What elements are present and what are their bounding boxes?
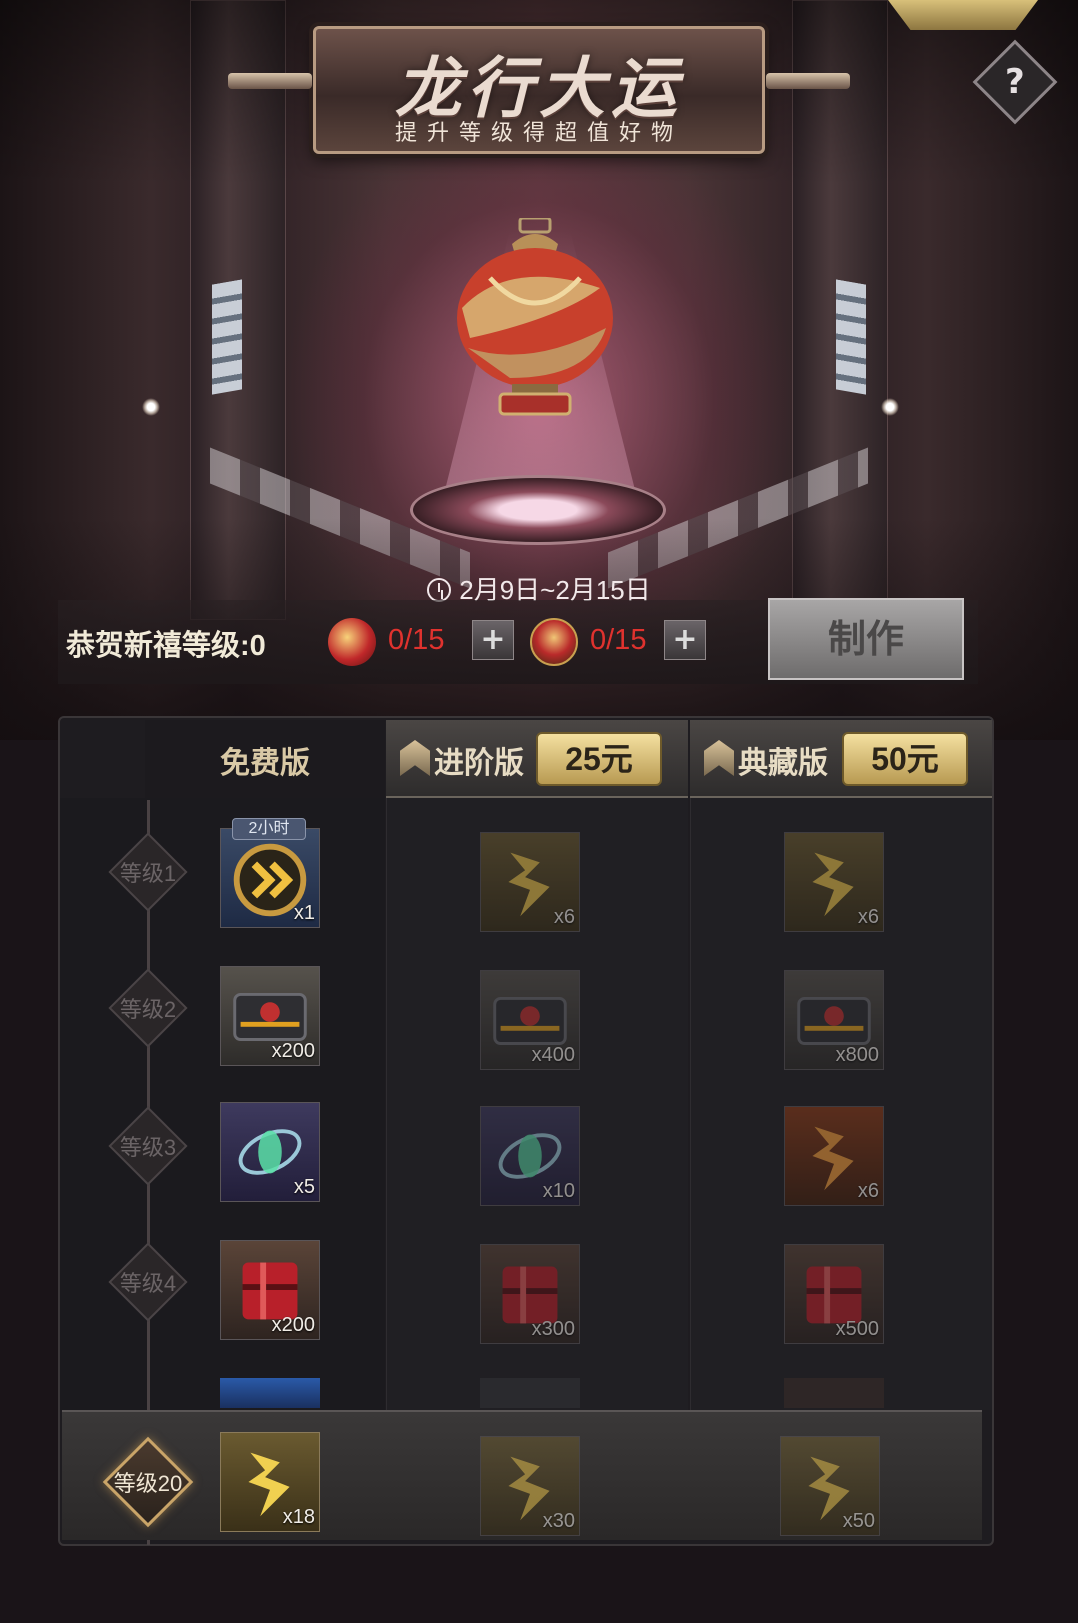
reward-item-partial[interactable] bbox=[784, 1378, 884, 1408]
level-badge: 等级3 bbox=[108, 1106, 188, 1186]
level-label: 等级2 bbox=[119, 997, 177, 1022]
clock-icon bbox=[427, 578, 452, 602]
reward-item[interactable]: x6 bbox=[480, 832, 580, 932]
reward-item[interactable]: x6 bbox=[784, 1106, 884, 1206]
reward-item[interactable]: x5 bbox=[220, 1102, 320, 1202]
material-b-count: 0/15 bbox=[590, 624, 647, 656]
buy-advanced-button[interactable]: 25元 bbox=[536, 732, 662, 786]
title-plate: 龙行大运 提升等级得超值好物 bbox=[228, 26, 850, 154]
add-material-b-button[interactable]: + bbox=[664, 620, 706, 660]
material-lantern-icon bbox=[530, 618, 578, 666]
item-quantity: x1 bbox=[293, 902, 315, 924]
advanced-tier-label: 进阶版 bbox=[434, 747, 524, 780]
reward-item[interactable]: x50 bbox=[780, 1436, 880, 1536]
item-quantity: x30 bbox=[542, 1510, 575, 1532]
level-badge: 等级1 bbox=[108, 832, 188, 912]
add-material-a-button[interactable]: + bbox=[472, 620, 514, 660]
item-quantity: x6 bbox=[857, 1180, 879, 1202]
item-quantity: x400 bbox=[531, 1044, 575, 1066]
reward-item[interactable]: x10 bbox=[480, 1106, 580, 1206]
reward-item-partial[interactable] bbox=[480, 1378, 580, 1408]
reward-item[interactable]: x500 bbox=[784, 1244, 884, 1344]
final-level-badge: 等级20 bbox=[102, 1436, 194, 1528]
buy-collector-button[interactable]: 50元 bbox=[842, 732, 968, 786]
reward-item[interactable]: x300 bbox=[480, 1244, 580, 1344]
reward-item-partial[interactable] bbox=[220, 1378, 320, 1408]
reward-item[interactable]: x200 bbox=[220, 1240, 320, 1340]
reward-item[interactable]: x30 bbox=[480, 1436, 580, 1536]
item-quantity: x500 bbox=[835, 1318, 879, 1340]
item-quantity: x10 bbox=[542, 1180, 575, 1202]
dragon-lantern-icon bbox=[457, 218, 613, 416]
reward-item[interactable]: x18 bbox=[220, 1432, 320, 1532]
event-level-label: 恭贺新禧等级:0 bbox=[66, 630, 266, 662]
level-badge: 等级4 bbox=[108, 1242, 188, 1322]
reward-item[interactable]: x800 bbox=[784, 970, 884, 1070]
final-level-label: 等级20 bbox=[113, 1471, 183, 1496]
duration-badge: 2小时 bbox=[232, 818, 306, 840]
material-a-count: 0/15 bbox=[388, 624, 445, 656]
item-quantity: x6 bbox=[553, 906, 575, 928]
item-quantity: x6 bbox=[857, 906, 879, 928]
free-tier-label: 免费版 bbox=[220, 747, 310, 780]
reward-item[interactable]: x400 bbox=[480, 970, 580, 1070]
reward-item[interactable]: x1 bbox=[220, 828, 320, 928]
item-quantity: x800 bbox=[835, 1044, 879, 1066]
item-quantity: x200 bbox=[271, 1314, 315, 1336]
level-label: 等级1 bbox=[119, 861, 177, 886]
reward-item[interactable]: x6 bbox=[784, 832, 884, 932]
level-badge: 等级2 bbox=[108, 968, 188, 1048]
question-icon: ? bbox=[1005, 61, 1025, 102]
page-subtitle: 提升等级得超值好物 bbox=[394, 121, 683, 146]
item-quantity: x200 bbox=[271, 1040, 315, 1062]
level-label: 等级3 bbox=[119, 1135, 177, 1160]
display-platform bbox=[410, 475, 666, 545]
reward-item[interactable]: x200 bbox=[220, 966, 320, 1066]
material-mask-icon bbox=[328, 618, 376, 666]
item-quantity: x300 bbox=[531, 1318, 575, 1340]
item-quantity: x5 bbox=[293, 1176, 315, 1198]
collector-tier-label: 典藏版 bbox=[738, 747, 828, 780]
item-quantity: x18 bbox=[282, 1506, 315, 1528]
level-label: 等级4 bbox=[119, 1271, 177, 1296]
item-quantity: x50 bbox=[842, 1510, 875, 1532]
corner-ornament bbox=[888, 0, 1038, 30]
craft-button[interactable]: 制作 bbox=[768, 598, 964, 680]
